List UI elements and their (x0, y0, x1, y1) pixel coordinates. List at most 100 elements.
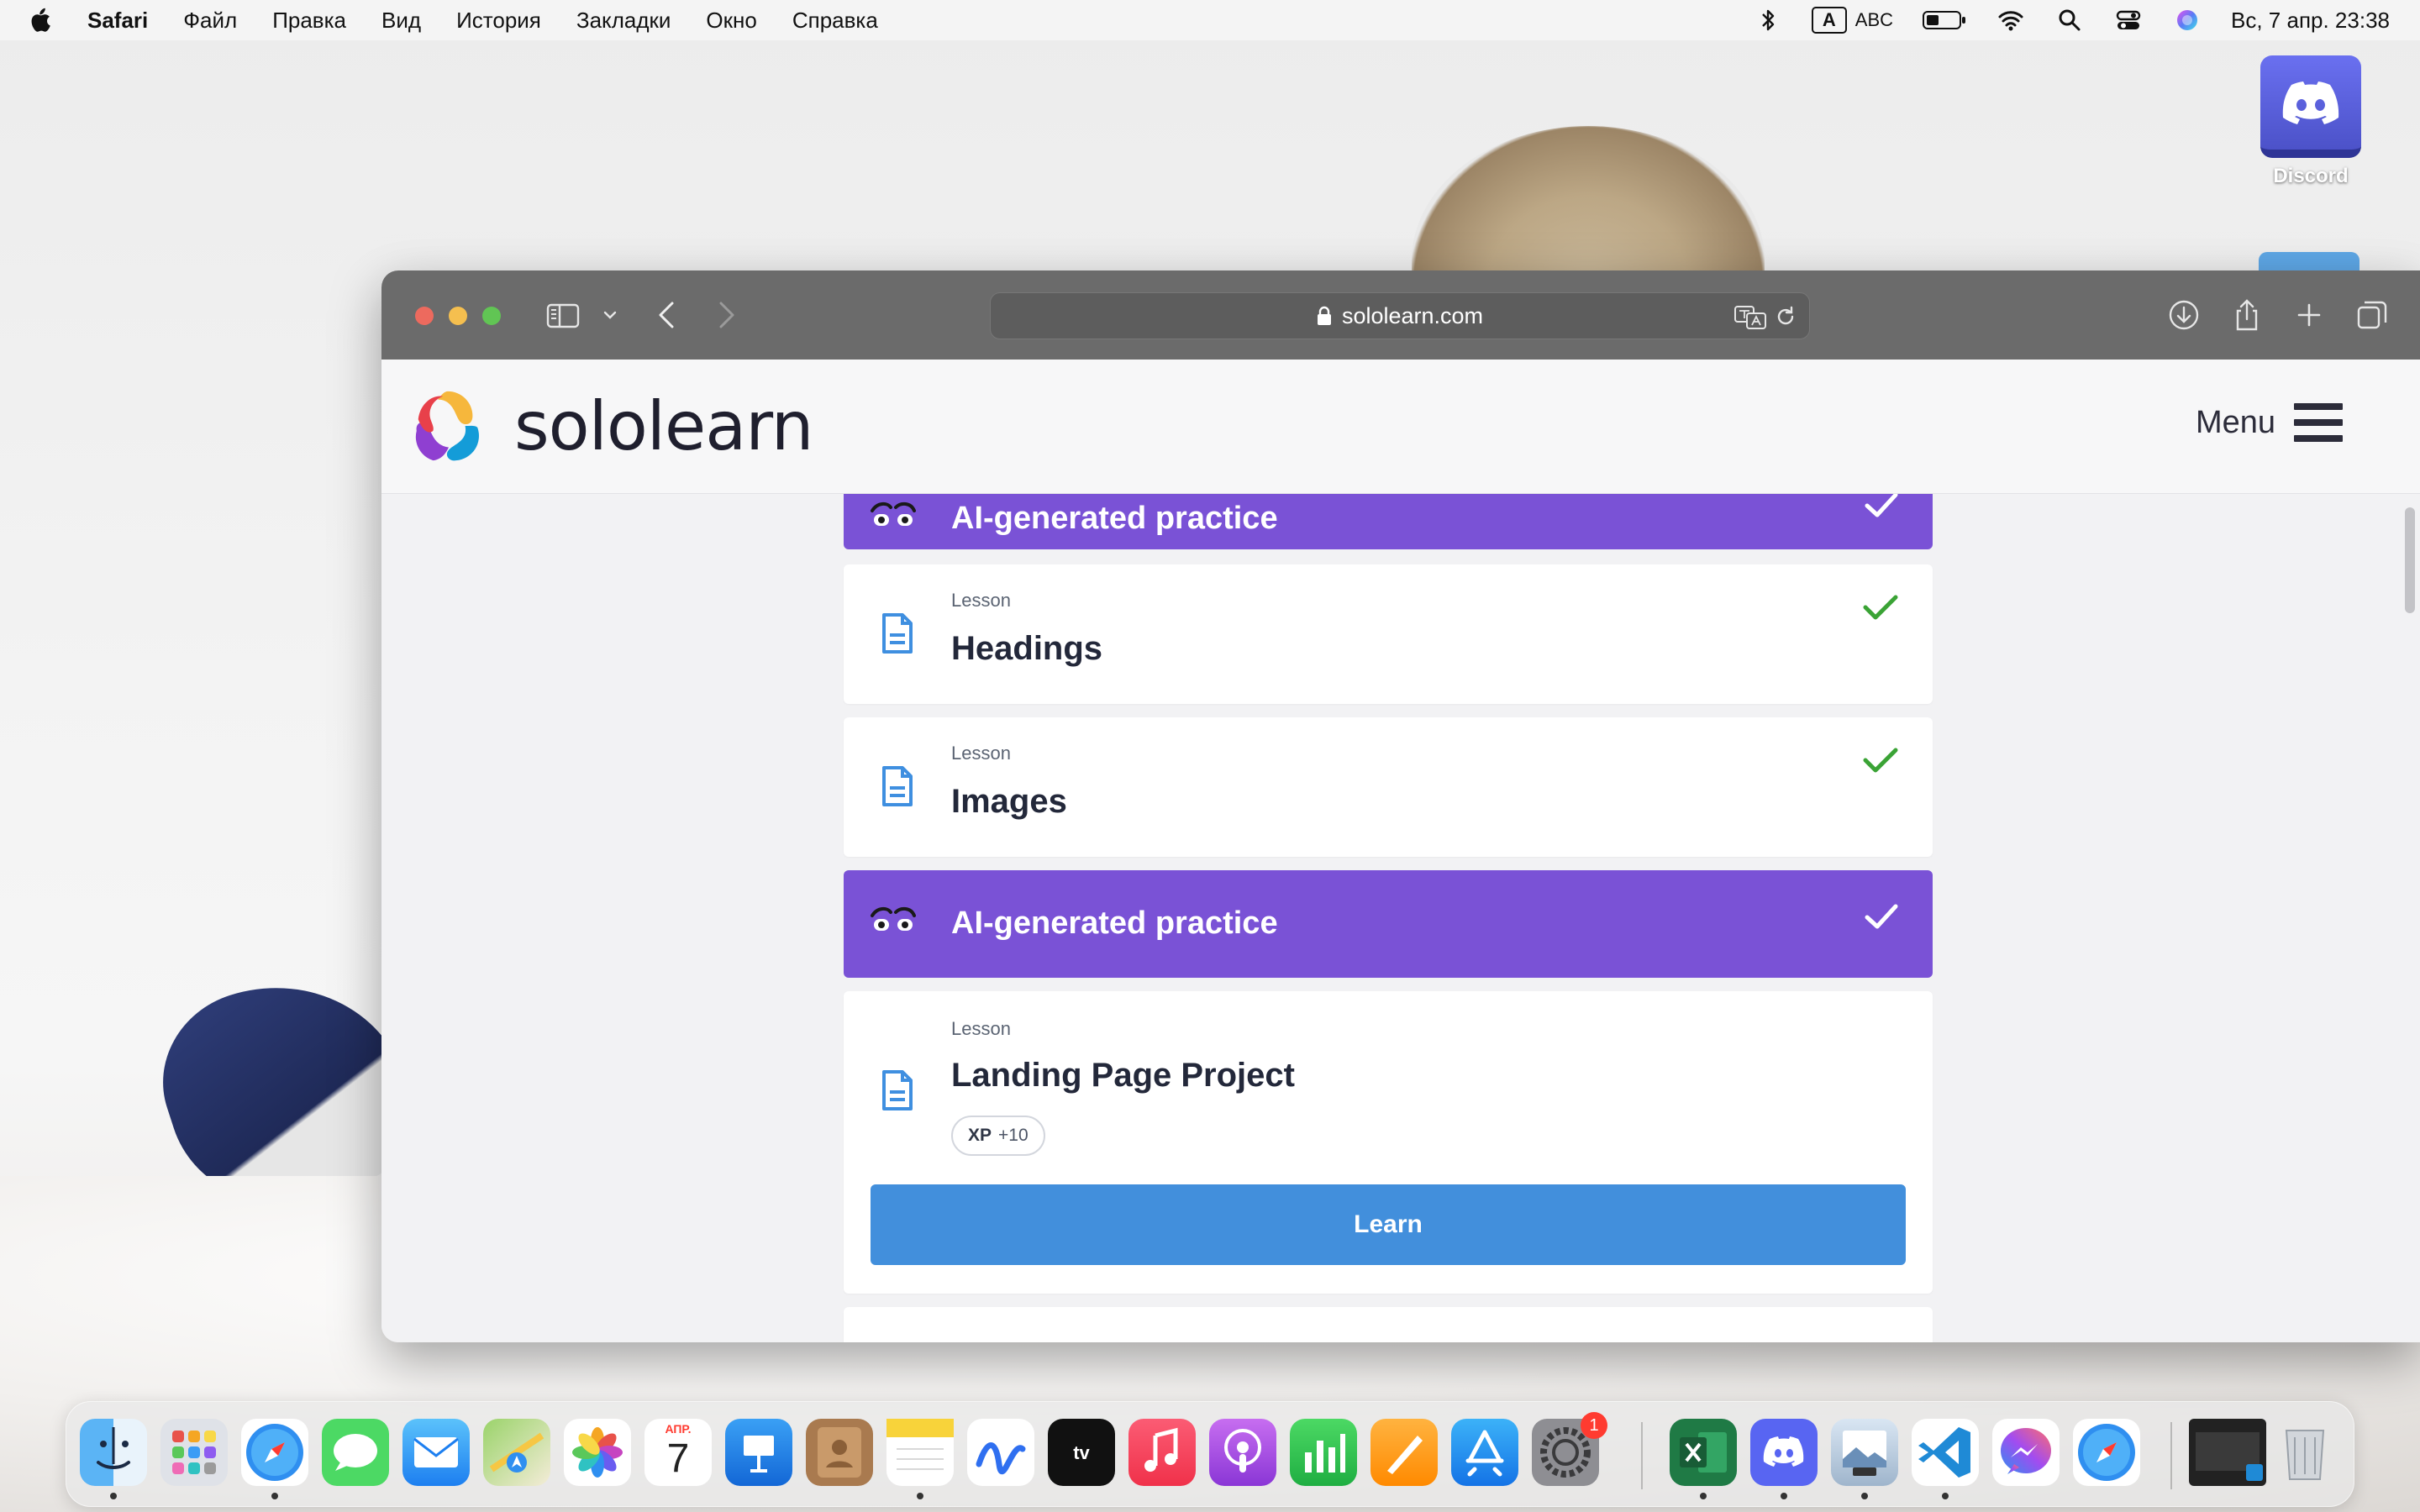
finder-icon[interactable] (80, 1419, 147, 1486)
ai-practice-bar[interactable]: AI-generated practice (844, 494, 1933, 549)
photos-icon[interactable] (564, 1419, 631, 1486)
forward-icon[interactable] (716, 296, 738, 334)
dock: АПР. 7 tv 1 (66, 1401, 2354, 1507)
dock-separator (1641, 1422, 1643, 1489)
lesson-complete-check-icon (1863, 748, 1898, 773)
lesson-doc-icon (882, 1070, 913, 1110)
discord-icon[interactable] (1750, 1419, 1818, 1486)
menu-app-name[interactable]: Safari (87, 8, 148, 34)
launchpad-icon[interactable] (160, 1419, 228, 1486)
safari-window: sololearn.com sololearn Menu AI-generate… (381, 270, 2420, 1342)
ai-practice-face-icon (871, 501, 916, 526)
site-menu-button[interactable]: Menu (2196, 403, 2343, 442)
music-icon[interactable] (1128, 1419, 1196, 1486)
sololearn-logo-icon (415, 391, 479, 461)
lesson-card-headings[interactable]: Lesson Headings (844, 564, 1933, 704)
reload-icon[interactable] (1774, 305, 1797, 328)
tab-overview-icon[interactable] (2356, 296, 2388, 334)
dock-separator (2170, 1422, 2172, 1489)
bluetooth-icon[interactable] (1753, 5, 1783, 35)
xp-label: XP (968, 1126, 992, 1145)
menu-clock[interactable]: Вс, 7 апр. 23:38 (2231, 8, 2390, 34)
notification-badge: 1 (1581, 1412, 1607, 1439)
learn-button[interactable]: Learn (871, 1184, 1906, 1265)
lesson-title: Landing Page Project (951, 1057, 1295, 1094)
downloads-icon[interactable] (2168, 296, 2200, 334)
menu-help[interactable]: Справка (792, 8, 878, 34)
calendar-icon[interactable]: АПР. 7 (644, 1419, 712, 1486)
freeform-icon[interactable] (967, 1419, 1034, 1486)
lesson-doc-icon (882, 613, 913, 654)
safari-icon[interactable] (241, 1419, 308, 1486)
scrollbar-thumb[interactable] (2405, 507, 2415, 613)
close-window-button[interactable] (415, 307, 434, 325)
input-source-menu[interactable]: A ABC (1811, 7, 1893, 34)
app-store-icon[interactable] (1451, 1419, 1518, 1486)
menu-history[interactable]: История (456, 8, 541, 34)
menu-window[interactable]: Окно (706, 8, 756, 34)
address-bar[interactable]: sololearn.com (990, 292, 1810, 339)
brand-wordmark: sololearn (514, 386, 813, 465)
lesson-doc-icon (882, 766, 913, 806)
ai-practice-face-icon (871, 906, 916, 931)
svg-text:tv: tv (1073, 1442, 1090, 1463)
pages-icon[interactable] (1370, 1419, 1438, 1486)
site-header: sololearn Menu (381, 360, 2420, 494)
discord-icon (2260, 55, 2361, 158)
lesson-list-viewport[interactable]: AI-generated practice Lesson Headings Le… (381, 494, 2420, 1342)
keynote-icon[interactable] (725, 1419, 792, 1486)
sololearn-logo[interactable]: sololearn (407, 385, 813, 467)
siri-icon[interactable] (2172, 5, 2202, 35)
translate-icon[interactable] (1733, 303, 1767, 330)
mail-icon[interactable] (402, 1419, 470, 1486)
notes-icon[interactable] (886, 1419, 954, 1486)
ai-practice-bar-2[interactable]: AI-generated practice (844, 870, 1933, 978)
maps-icon[interactable] (483, 1419, 550, 1486)
calendar-month: АПР. (665, 1422, 692, 1436)
screenshot-icon[interactable] (2189, 1419, 2266, 1486)
excel-icon[interactable] (1670, 1419, 1737, 1486)
trash-icon[interactable] (2271, 1419, 2338, 1486)
menu-file[interactable]: Файл (183, 8, 237, 34)
messenger-icon[interactable] (1992, 1419, 2060, 1486)
back-icon[interactable] (655, 296, 677, 334)
system-settings-icon[interactable]: 1 (1532, 1412, 1607, 1486)
menu-bar: Safari Файл Правка Вид История Закладки … (0, 0, 2420, 40)
apple-menu-icon[interactable] (27, 6, 52, 34)
lesson-card-landing-page-project[interactable]: Lesson Landing Page Project XP +10 Learn (844, 991, 1933, 1294)
lesson-kind-label: Lesson (951, 743, 1011, 764)
menu-edit[interactable]: Правка (272, 8, 346, 34)
menu-view[interactable]: Вид (381, 8, 421, 34)
battery-icon[interactable] (1922, 5, 1967, 35)
lesson-kind-label: Lesson (951, 1018, 1011, 1039)
lesson-title: Images (951, 783, 1067, 820)
lesson-title: Headings (951, 630, 1103, 667)
sidebar-toggle-icon[interactable] (546, 296, 580, 334)
contacts-icon[interactable] (806, 1419, 873, 1486)
messages-icon[interactable] (322, 1419, 389, 1486)
lesson-card-images[interactable]: Lesson Images (844, 717, 1933, 857)
wifi-icon[interactable] (1996, 5, 2026, 35)
new-tab-icon[interactable] (2296, 296, 2323, 334)
safari-alt-icon[interactable] (2073, 1419, 2140, 1486)
tab-group-chevron-icon[interactable] (602, 296, 618, 334)
minimize-window-button[interactable] (449, 307, 467, 325)
lock-icon (1317, 306, 1331, 325)
lesson-card-next[interactable] (844, 1307, 1933, 1342)
numbers-icon[interactable] (1290, 1419, 1357, 1486)
running-indicator (110, 1493, 117, 1499)
spotlight-search-icon[interactable] (2054, 5, 2085, 35)
control-center-icon[interactable] (2113, 5, 2144, 35)
apple-tv-icon[interactable]: tv (1048, 1419, 1115, 1486)
hamburger-icon (2294, 403, 2343, 442)
vscode-icon[interactable] (1912, 1419, 1979, 1486)
address-bar-url: sololearn.com (1341, 302, 1484, 328)
running-indicator (1861, 1493, 1868, 1499)
menu-bookmarks[interactable]: Закладки (576, 8, 671, 34)
zoom-window-button[interactable] (482, 307, 501, 325)
running-indicator (917, 1493, 923, 1499)
preview-icon[interactable] (1831, 1419, 1898, 1486)
podcasts-icon[interactable] (1209, 1419, 1276, 1486)
share-icon[interactable] (2232, 296, 2262, 334)
desktop-discord-icon[interactable]: Discord (2254, 55, 2368, 188)
